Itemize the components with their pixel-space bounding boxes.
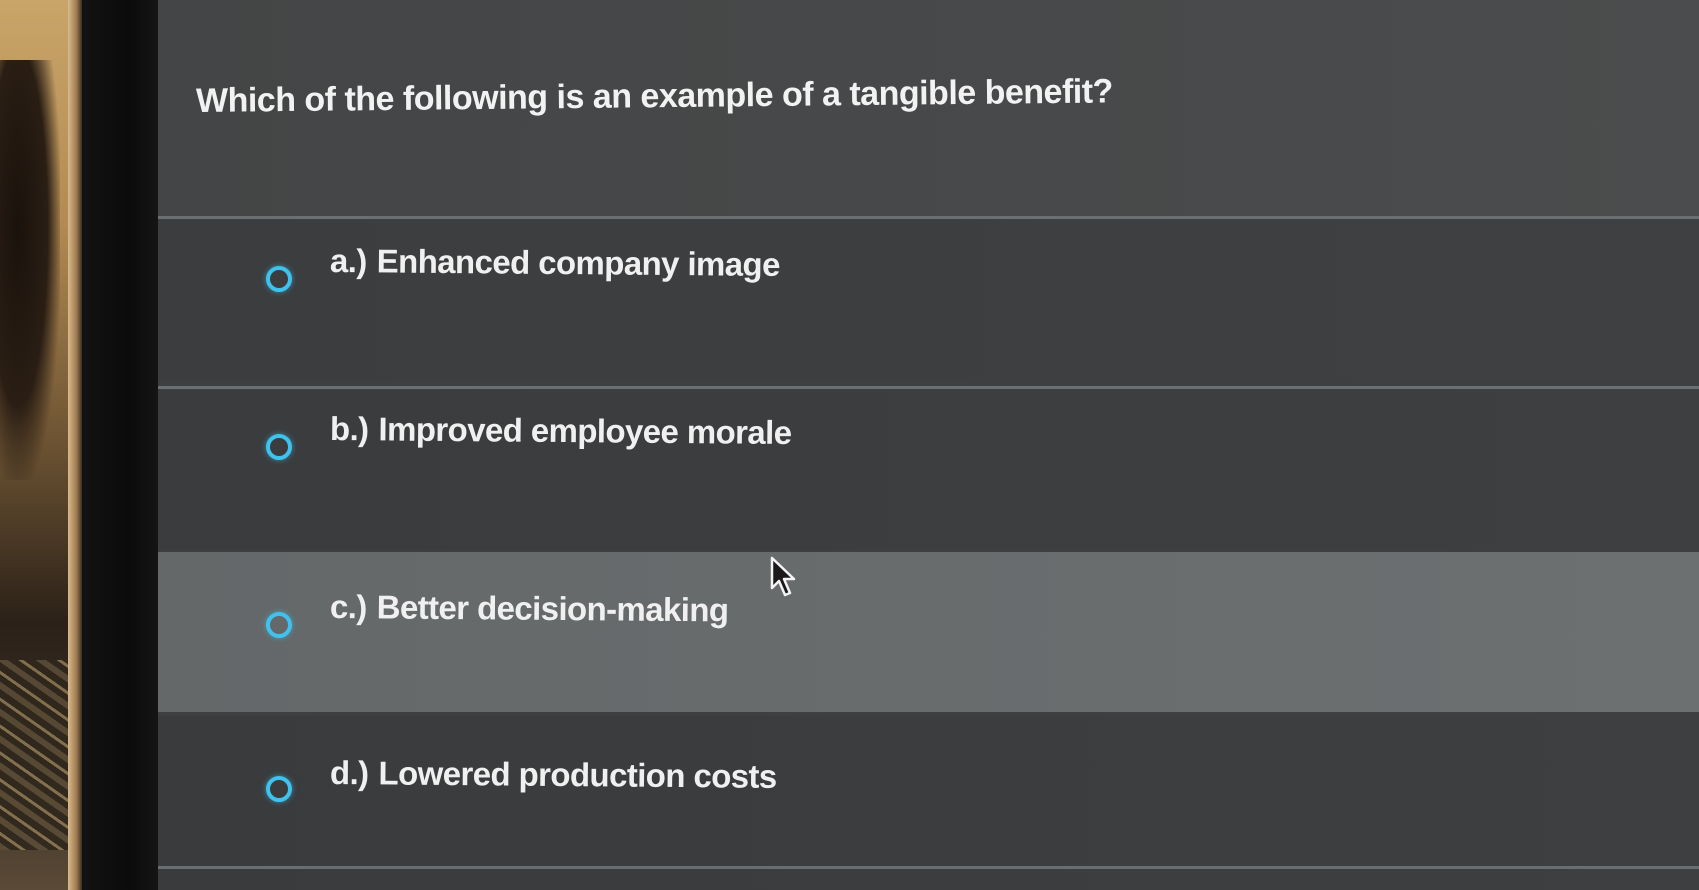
room-shadow bbox=[0, 60, 60, 480]
option-letter: c.) bbox=[329, 588, 367, 626]
radio-button-icon[interactable] bbox=[266, 612, 292, 638]
answer-option-label: d.) Lowered production costs bbox=[330, 754, 777, 796]
option-letter: a.) bbox=[329, 242, 367, 280]
divider bbox=[158, 866, 1699, 869]
divider bbox=[158, 216, 1699, 219]
room-fabric bbox=[0, 660, 78, 850]
answer-option-label: c.) Better decision-making bbox=[330, 588, 729, 629]
answer-option-c[interactable]: c.) Better decision-making bbox=[158, 552, 1699, 712]
mouse-pointer-icon bbox=[770, 556, 796, 597]
quiz-screen: Which of the following is an example of … bbox=[158, 0, 1699, 890]
answer-option-label: a.) Enhanced company image bbox=[330, 242, 780, 284]
divider bbox=[158, 386, 1699, 389]
radio-button-icon[interactable] bbox=[266, 776, 292, 802]
radio-button-icon[interactable] bbox=[266, 266, 292, 292]
option-text: Improved employee morale bbox=[378, 410, 792, 452]
question-area: Which of the following is an example of … bbox=[158, 0, 1699, 218]
option-text: Lowered production costs bbox=[378, 754, 777, 795]
monitor-bezel bbox=[82, 0, 160, 890]
answer-option-d[interactable]: d.) Lowered production costs bbox=[158, 716, 1699, 890]
answer-option-b[interactable]: b.) Improved employee morale bbox=[158, 390, 1699, 550]
option-text: Enhanced company image bbox=[376, 242, 780, 283]
radio-button-icon[interactable] bbox=[266, 434, 292, 460]
question-text: Which of the following is an example of … bbox=[195, 72, 1114, 120]
photo-scene: Which of the following is an example of … bbox=[0, 0, 1699, 890]
answer-option-label: b.) Improved employee morale bbox=[330, 410, 792, 452]
option-letter: d.) bbox=[329, 754, 369, 792]
option-letter: b.) bbox=[329, 410, 369, 448]
monitor-bezel-edge bbox=[68, 0, 82, 890]
answer-option-a[interactable]: a.) Enhanced company image bbox=[158, 220, 1699, 380]
option-text: Better decision-making bbox=[376, 588, 729, 629]
